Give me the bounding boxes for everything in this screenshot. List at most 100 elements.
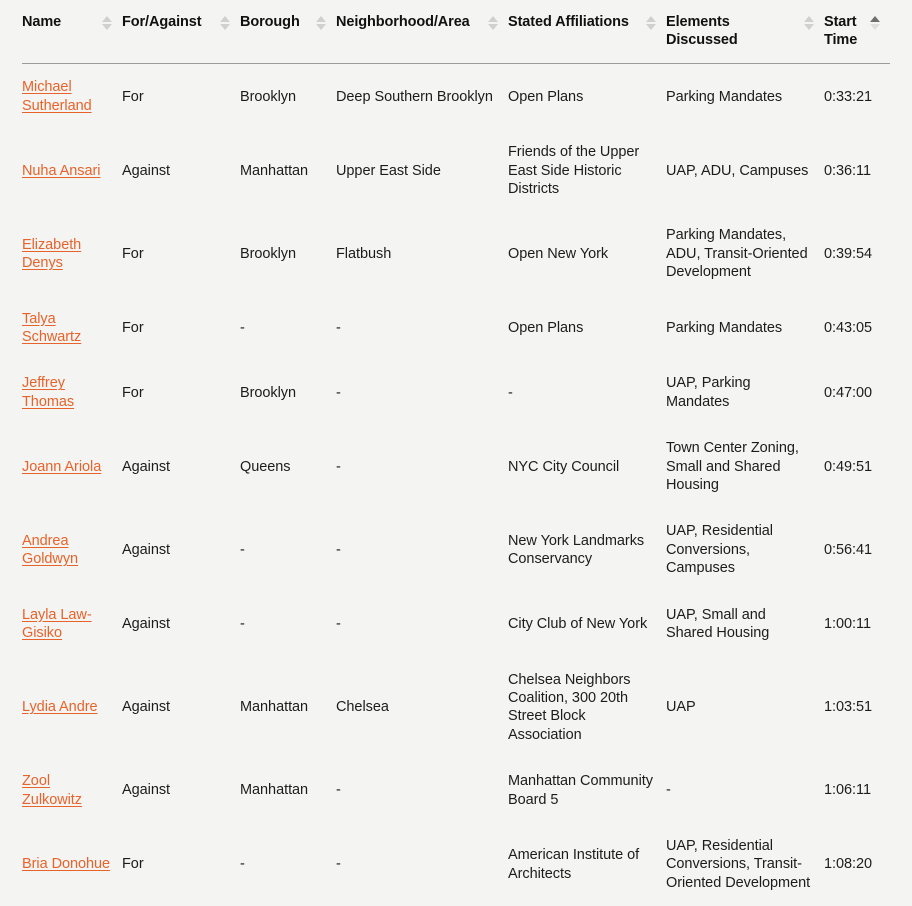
column-header-borough[interactable]: Borough: [240, 0, 336, 65]
speaker-name-link[interactable]: Talya Schwartz: [22, 311, 81, 345]
speaker-name-link[interactable]: Zool Zulkowitz: [22, 773, 82, 807]
cell-borough: -: [240, 541, 245, 558]
column-header-time[interactable]: Start Time: [824, 0, 890, 65]
cell-hood: -: [336, 782, 341, 799]
column-header-label: For/Against: [122, 14, 202, 30]
table-header: Name For/Against Borough Neighborhood/Area S…: [22, 0, 890, 65]
speaker-testimony-table: Name For/Against Borough Neighborhood/Area S…: [22, 0, 890, 906]
column-header-elements[interactable]: Elements Discussed: [666, 0, 824, 65]
speaker-name-link[interactable]: Layla Law-Gisiko: [22, 607, 92, 641]
cell-borough: -: [240, 615, 245, 632]
cell-borough: Brooklyn: [240, 384, 297, 401]
speaker-name-link[interactable]: Andrea Goldwyn: [22, 533, 78, 567]
cell-name: Zool Zulkowitz: [22, 758, 122, 823]
column-header-name[interactable]: Name: [22, 0, 122, 65]
table-row: Jeffrey Thomas For Brooklyn - - UAP, Parking …: [22, 360, 890, 425]
table-row: Elizabeth Denys For Brooklyn Flatbush Open N…: [22, 212, 890, 295]
cell-borough: Brooklyn: [240, 245, 297, 262]
cell-stance: Against: [122, 699, 171, 716]
cell-elements: -: [666, 782, 671, 799]
cell-time: 1:03:51: [824, 699, 873, 716]
cell-affil: New York Landmarks Conservancy: [508, 532, 645, 568]
cell-name: Andrea Goldwyn: [22, 508, 122, 591]
cell-elements: UAP, Small and Shared Housing: [666, 606, 770, 642]
cell-name: Talya Schwartz: [22, 296, 122, 361]
cell-stance: For: [122, 856, 144, 873]
column-header-label: Start Time: [824, 14, 858, 48]
cell-name: Nuha Ansari: [22, 129, 122, 212]
speaker-name-link[interactable]: Elizabeth Denys: [22, 237, 81, 271]
cell-affil: NYC City Council: [508, 458, 620, 475]
speaker-name-link[interactable]: Michael Sutherland: [22, 79, 92, 113]
sort-icon[interactable]: [803, 16, 814, 30]
cell-hood: Flatbush: [336, 245, 392, 262]
cell-name: Layla Law-Gisiko: [22, 592, 122, 657]
cell-elements: Town Center Zoning, Small and Shared Hou…: [666, 440, 799, 494]
cell-name: Michael Sutherland: [22, 64, 122, 129]
cell-affil: American Institute of Architects: [508, 847, 640, 882]
cell-affil: Friends of the Upper East Side Historic …: [508, 144, 640, 197]
cell-hood: Upper East Side: [336, 162, 441, 179]
cell-time: 0:39:54: [824, 245, 873, 262]
cell-time: 1:00:11: [824, 615, 871, 632]
speaker-name-link[interactable]: Lydia Andre: [22, 699, 98, 715]
column-header-label: Elements Discussed: [666, 14, 738, 48]
cell-borough: Queens: [240, 458, 291, 475]
sort-icon[interactable]: [101, 16, 112, 30]
cell-hood: Chelsea: [336, 699, 389, 716]
cell-borough: Manhattan: [240, 699, 309, 716]
table-row: Zool Zulkowitz Against Manhattan - Manhattan…: [22, 758, 890, 823]
cell-elements: UAP: [666, 699, 696, 716]
speaker-name-link[interactable]: Nuha Ansari: [22, 163, 101, 179]
cell-elements: UAP, Parking Mandates: [666, 375, 751, 410]
cell-elements: UAP, ADU, Campuses: [666, 162, 809, 179]
cell-elements: Parking Mandates: [666, 88, 783, 105]
speaker-name-link[interactable]: Joann Ariola: [22, 459, 101, 475]
cell-name: Joann Ariola: [22, 425, 122, 508]
sort-icon[interactable]: [487, 16, 498, 30]
table-row: Andrea Goldwyn Against - - New York Landmark…: [22, 508, 890, 591]
cell-affil: Manhattan Community Board 5: [508, 773, 653, 808]
table-row: Layla Law-Gisiko Against - - City Club of Ne…: [22, 592, 890, 657]
table-row: Talya Schwartz For - - Open Plans Parking Man…: [22, 296, 890, 361]
cell-time: 0:33:21: [824, 88, 873, 105]
speaker-name-link[interactable]: Bria Donohue: [22, 856, 110, 872]
sort-icon[interactable]: [315, 16, 326, 30]
speaker-name-link[interactable]: Jeffrey Thomas: [22, 375, 74, 409]
cell-stance: Against: [122, 162, 171, 179]
column-header-hood[interactable]: Neighborhood/Area: [336, 0, 508, 65]
table-row: Nuha Ansari Against Manhattan Upper East Si…: [22, 129, 890, 212]
cell-hood: Deep Southern Brooklyn: [336, 88, 493, 105]
cell-affil: Open New York: [508, 245, 609, 262]
cell-hood: -: [336, 615, 341, 632]
cell-borough: Manhattan: [240, 162, 309, 179]
cell-time: 0:56:41: [824, 541, 873, 558]
cell-hood: -: [336, 384, 341, 401]
sort-ascending-icon[interactable]: [869, 16, 880, 30]
table-row: Michael Sutherland For Brooklyn Deep Southe…: [22, 64, 890, 129]
table-header-row: Name For/Against Borough Neighborhood/Area S…: [22, 0, 890, 65]
cell-borough: -: [240, 319, 245, 336]
table-row: Joann Ariola Against Queens - NYC City Counc…: [22, 425, 890, 508]
cell-affil: Open Plans: [508, 319, 584, 336]
cell-affil: Open Plans: [508, 88, 584, 105]
cell-time: 1:08:20: [824, 856, 873, 873]
cell-affil: City Club of New York: [508, 615, 648, 632]
cell-elements: Parking Mandates, ADU, Transit-Oriented …: [666, 227, 808, 281]
column-header-affil[interactable]: Stated Affiliations: [508, 0, 666, 65]
cell-time: 0:36:11: [824, 162, 871, 179]
sort-icon[interactable]: [645, 16, 656, 30]
cell-borough: Manhattan: [240, 782, 309, 799]
sort-icon[interactable]: [219, 16, 230, 30]
cell-stance: For: [122, 384, 144, 401]
cell-name: Jeffrey Thomas: [22, 360, 122, 425]
cell-stance: For: [122, 245, 144, 262]
column-header-stance[interactable]: For/Against: [122, 0, 240, 65]
cell-hood: -: [336, 319, 341, 336]
column-header-label: Borough: [240, 14, 300, 30]
cell-stance: Against: [122, 615, 171, 632]
cell-stance: For: [122, 88, 144, 105]
column-header-label: Stated Affiliations: [508, 14, 629, 30]
cell-name: Bria Donohue: [22, 823, 122, 906]
cell-time: 1:06:11: [824, 782, 871, 799]
